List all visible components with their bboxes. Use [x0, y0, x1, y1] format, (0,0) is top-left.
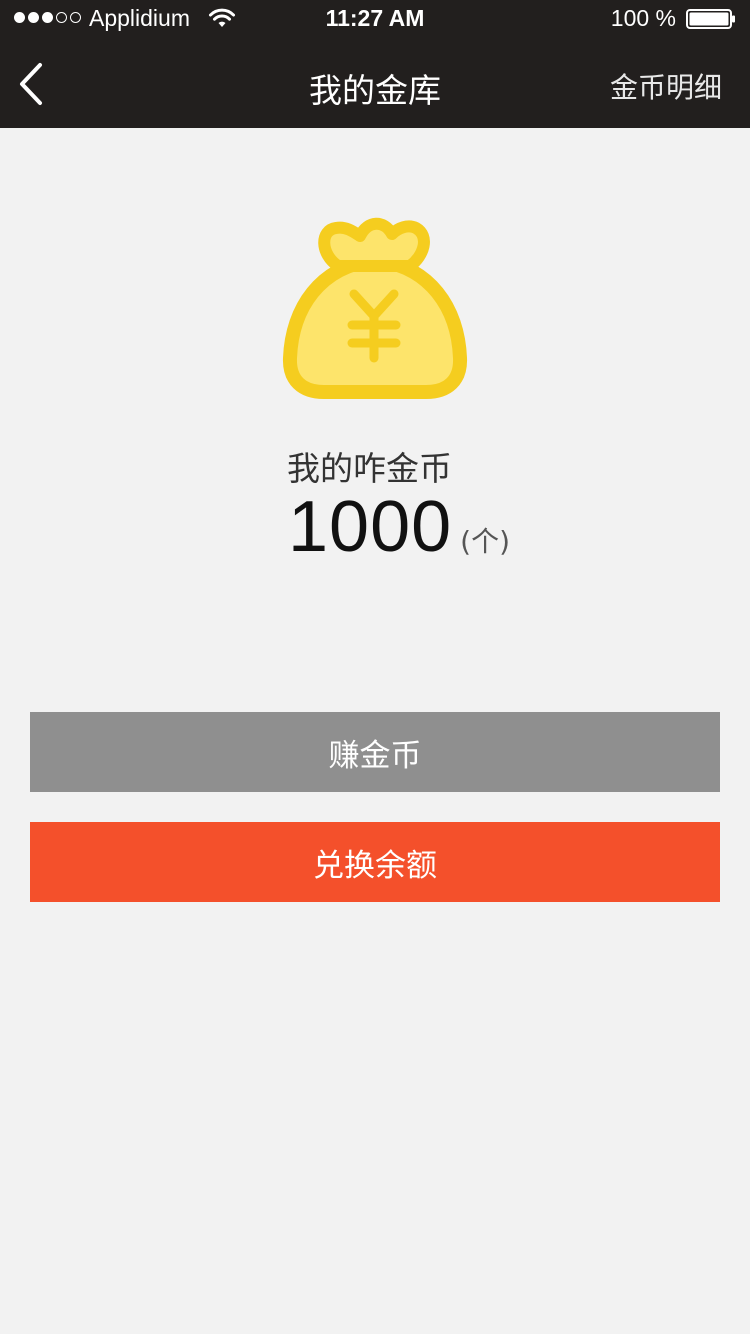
- battery-icon: [686, 9, 735, 29]
- status-bar: Applidium 11:27 AM 100 %: [0, 0, 750, 40]
- coin-balance-label: 我的咋金币: [287, 449, 452, 488]
- coin-details-link[interactable]: 金币明细: [610, 66, 722, 106]
- money-bag-yen-icon: [283, 217, 467, 399]
- earn-coins-button[interactable]: 赚金币: [30, 712, 720, 792]
- coin-balance-unit: (个): [460, 525, 511, 558]
- header: Applidium 11:27 AM 100 % 我的金库 金币明细: [0, 0, 750, 128]
- coin-balance-value: 1000: [288, 487, 453, 567]
- screen: Applidium 11:27 AM 100 % 我的金库 金币明细 我的咋金币…: [0, 0, 750, 1334]
- navigation-bar: 我的金库 金币明细: [0, 40, 750, 128]
- coin-balance: 1000 (个): [288, 486, 511, 567]
- exchange-balance-button[interactable]: 兑换余额: [30, 822, 720, 902]
- battery-percentage: 100 %: [610, 5, 676, 31]
